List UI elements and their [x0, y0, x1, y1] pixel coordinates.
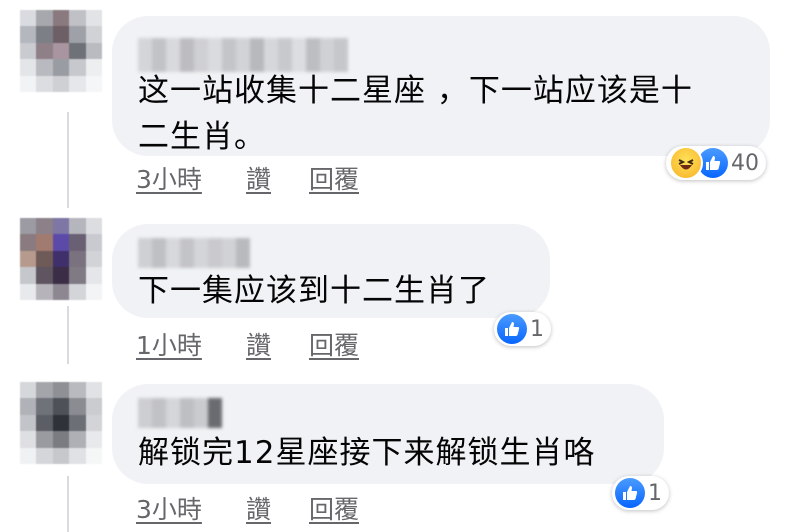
reply-button[interactable]: 回覆	[309, 160, 359, 196]
like-button[interactable]: 讚	[246, 160, 309, 196]
thread-line	[67, 306, 69, 364]
comment-text: 下一集应该到十二生肖了	[138, 268, 490, 314]
thread-line	[67, 112, 69, 208]
reply-button[interactable]: 回覆	[309, 490, 359, 526]
thread-line	[67, 476, 69, 532]
haha-icon	[669, 146, 703, 180]
timestamp-link[interactable]: 3小時	[136, 490, 246, 526]
like-button[interactable]: 讚	[246, 326, 309, 362]
reply-button[interactable]: 回覆	[309, 326, 359, 362]
like-button[interactable]: 讚	[246, 490, 309, 526]
comment-text-line: 二生肖。	[138, 119, 266, 155]
timestamp-link[interactable]: 1小時	[136, 326, 246, 362]
avatar[interactable]	[20, 10, 102, 92]
comment-bubble: 解锁完12星座接下来解锁生肖咯	[112, 384, 664, 484]
like-icon	[497, 314, 527, 344]
commenter-name[interactable]	[138, 398, 222, 428]
reaction-summary[interactable]: 40	[666, 146, 766, 180]
reaction-count: 40	[731, 150, 759, 176]
like-icon	[615, 478, 645, 508]
comment-text: 解锁完12星座接下来解锁生肖咯	[138, 430, 595, 476]
comment-text: 这一站收集十二星座 ，下一站应该是十 二生肖。	[138, 68, 693, 160]
comment-actions: 3小時 讚 回覆	[136, 490, 359, 526]
comment-text-line: 解锁完12星座接下来解锁生肖咯	[138, 435, 596, 471]
reaction-summary[interactable]: 1	[612, 476, 669, 510]
comment-text-line: 下一集应该到十二生肖了	[138, 273, 490, 309]
commenter-name[interactable]	[138, 238, 250, 268]
avatar[interactable]	[20, 382, 102, 464]
timestamp-link[interactable]: 3小時	[136, 160, 246, 196]
comment-actions: 1小時 讚 回覆	[136, 326, 359, 362]
comment-text-line: 这一站收集十二星座 ，下一站应该是十	[138, 73, 693, 109]
comment-actions: 3小時 讚 回覆	[136, 160, 359, 196]
reaction-summary[interactable]: 1	[494, 312, 551, 346]
avatar[interactable]	[20, 218, 102, 300]
reaction-count: 1	[648, 480, 662, 506]
comment-bubble: 这一站收集十二星座 ，下一站应该是十 二生肖。	[112, 16, 770, 156]
commenter-name[interactable]	[138, 38, 348, 72]
reaction-count: 1	[530, 316, 544, 342]
comment-bubble: 下一集应该到十二生肖了	[112, 224, 550, 318]
